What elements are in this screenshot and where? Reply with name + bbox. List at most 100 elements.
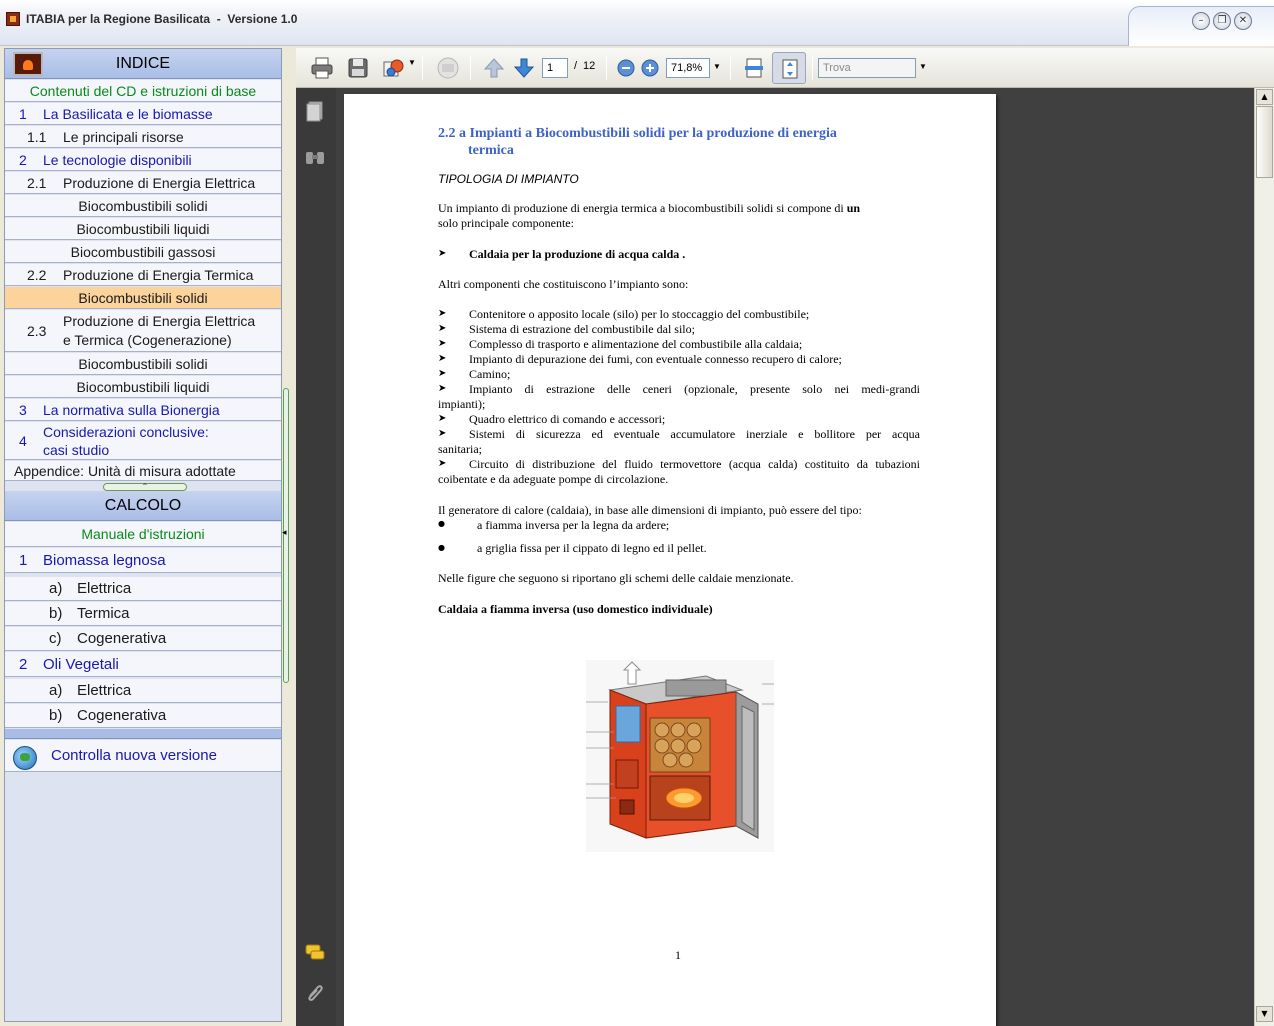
nav-item-label: Le principali risorse bbox=[63, 128, 184, 145]
doc-component-item: Camino; bbox=[469, 367, 511, 381]
doc-intro-bold: un bbox=[846, 201, 861, 215]
nav-item-label: Contenuti del CD e istruzioni di base bbox=[29, 82, 257, 99]
nav-item-cg-liquidi[interactable]: Biocombustibili liquidi bbox=[5, 376, 281, 398]
page-number-input[interactable]: 1 bbox=[542, 58, 568, 78]
zoom-out-icon[interactable] bbox=[614, 56, 638, 80]
arrow-down-icon[interactable] bbox=[512, 56, 536, 80]
check-update-button[interactable]: Controlla nuova versione bbox=[5, 740, 281, 772]
vertical-scrollbar[interactable]: ▲ ▼ bbox=[1254, 88, 1274, 1026]
search-input[interactable]: Trova bbox=[818, 58, 916, 78]
nav-item-energia-elettrica[interactable]: 2.1 Produzione di Energia Elettrica bbox=[5, 172, 281, 194]
doc-component-item: Circuito di distribuzione del fluido ter… bbox=[469, 457, 920, 471]
collaborate-icon[interactable] bbox=[436, 56, 460, 80]
print-icon[interactable] bbox=[310, 56, 334, 80]
arrow-up-icon[interactable] bbox=[482, 56, 506, 80]
nav-item-label: Cogenerativa bbox=[77, 630, 167, 647]
nav-item-label: Biomassa legnosa bbox=[43, 551, 166, 569]
doc-intro-line2: solo principale componente: bbox=[438, 216, 574, 230]
nav-item-contenuti[interactable]: Contenuti del CD e istruzioni di base bbox=[5, 80, 281, 102]
fit-page-button[interactable] bbox=[772, 52, 806, 84]
doc-intro-line1: Un impianto di produzione di energia ter… bbox=[438, 201, 920, 216]
nav-item-cg-solidi[interactable]: Biocombustibili solidi bbox=[5, 353, 281, 375]
dot-bullet-icon: ● bbox=[438, 519, 445, 528]
collapse-arrow-icon[interactable]: ◂ bbox=[282, 528, 287, 538]
nav-item-number: 1 bbox=[19, 105, 27, 122]
nav-item-ov-elettrica[interactable]: a) Elettrica bbox=[5, 679, 281, 703]
nav-item-number: 1.1 bbox=[27, 128, 47, 145]
nav-item-number: 2 bbox=[19, 151, 27, 168]
nav-item-label: Produzione di Energia Elettrica bbox=[63, 312, 256, 329]
toolbar-separator bbox=[422, 56, 423, 80]
nav-item-basilicata[interactable]: 1 La Basilicata e le biomasse bbox=[5, 103, 281, 125]
zoom-dropdown-icon[interactable]: ▼ bbox=[713, 62, 721, 71]
nav-item-number: 3 bbox=[19, 401, 27, 418]
nav-item-considerazioni[interactable]: 4 Considerazioni conclusive: casi studio bbox=[5, 422, 281, 460]
fireplace-icon bbox=[13, 52, 43, 76]
attachment-icon[interactable] bbox=[304, 982, 326, 1004]
arrow-bullet-icon: ➤ bbox=[438, 368, 447, 379]
nav-item-principali-risorse[interactable]: 1.1 Le principali risorse bbox=[5, 126, 281, 148]
scroll-thumb[interactable] bbox=[1256, 106, 1273, 178]
nav-item-energia-termica[interactable]: 2.2 Produzione di Energia Termica bbox=[5, 264, 281, 286]
panel-collapse-strip: ◂ bbox=[282, 48, 292, 1022]
nav-item-et-solidi[interactable]: Biocombustibili solidi bbox=[5, 287, 281, 309]
arrow-bullet-icon: ➤ bbox=[438, 428, 447, 439]
save-icon[interactable] bbox=[346, 56, 370, 80]
doc-figures-note: Nelle figure che seguono si riportano gl… bbox=[438, 571, 794, 585]
document-area: 2.2 a Impianti a Biocombustibili solidi … bbox=[336, 88, 1254, 1026]
nav-item-label: La normativa sulla Bionergia bbox=[43, 401, 220, 418]
arrow-bullet-icon: ➤ bbox=[438, 383, 447, 394]
index-header: INDICE bbox=[5, 49, 281, 79]
nav-item-label: Biocombustibili liquidi bbox=[76, 378, 210, 395]
panel-splitter-handle[interactable]: ⌃ bbox=[103, 483, 187, 491]
arrow-bullet-icon: ➤ bbox=[438, 338, 447, 349]
nav-item-label-line2: e Termica (Cogenerazione) bbox=[63, 331, 232, 348]
toolbar-separator bbox=[730, 56, 731, 80]
doc-main-component: Caldaia per la produzione di acqua calda… bbox=[469, 247, 686, 261]
nav-item-number: 2 bbox=[19, 655, 28, 673]
nav-item-label: Le tecnologie disponibili bbox=[43, 151, 192, 168]
pages-icon[interactable] bbox=[304, 100, 326, 122]
nav-item-label: Produzione di Energia Termica bbox=[63, 266, 254, 283]
zoom-in-icon[interactable] bbox=[638, 56, 662, 80]
nav-item-tecnologie[interactable]: 2 Le tecnologie disponibili bbox=[5, 149, 281, 171]
comments-icon[interactable] bbox=[304, 942, 326, 964]
nav-item-normativa[interactable]: 3 La normativa sulla Bionergia bbox=[5, 399, 281, 421]
nav-item-bl-termica[interactable]: b) Termica bbox=[5, 602, 281, 626]
doc-component-continuation: impianti); bbox=[438, 397, 486, 411]
nav-item-cogenerazione[interactable]: 2.3 Produzione di Energia Elettrica e Te… bbox=[5, 310, 281, 352]
nav-item-ee-liquidi[interactable]: Biocombustibili liquidi bbox=[5, 218, 281, 240]
search-dropdown-icon[interactable]: ▼ bbox=[919, 62, 927, 71]
nav-item-ee-solidi[interactable]: Biocombustibili solidi bbox=[5, 195, 281, 217]
calcolo-footer-bar bbox=[5, 729, 281, 739]
nav-item-bl-cogenerativa[interactable]: c) Cogenerativa bbox=[5, 627, 281, 651]
zoom-input[interactable]: 71,8% bbox=[666, 58, 710, 78]
calcolo-header-label: CALCOLO bbox=[104, 497, 182, 514]
share-icon[interactable] bbox=[382, 56, 406, 80]
nav-item-number: 2.2 bbox=[27, 266, 47, 283]
page-total: 12 bbox=[583, 60, 596, 72]
minimize-icon[interactable]: – bbox=[1192, 12, 1210, 30]
restore-icon[interactable]: ❐ bbox=[1213, 12, 1231, 30]
arrow-bullet-icon: ➤ bbox=[438, 248, 447, 259]
binoculars-icon[interactable] bbox=[304, 146, 326, 168]
doc-component-item: Complesso di trasporto e alimentazione d… bbox=[469, 337, 803, 351]
nav-item-number: a) bbox=[49, 682, 63, 699]
nav-item-manuale[interactable]: Manuale d'istruzioni bbox=[5, 522, 281, 547]
nav-item-appendice[interactable]: Appendice: Unità di misura adottate bbox=[5, 461, 281, 481]
nav-item-biomassa-legnosa[interactable]: 1 Biomassa legnosa bbox=[5, 548, 281, 573]
nav-item-label: Biocombustibili solidi bbox=[78, 355, 208, 372]
nav-item-label: Termica bbox=[77, 605, 130, 622]
nav-item-ee-gassosi[interactable]: Biocombustibili gassosi bbox=[5, 241, 281, 263]
nav-item-oli-vegetali[interactable]: 2 Oli Vegetali bbox=[5, 652, 281, 677]
share-dropdown-icon[interactable]: ▼ bbox=[408, 58, 416, 67]
close-icon[interactable]: ✕ bbox=[1234, 12, 1252, 30]
nav-item-label: Biocombustibili gassosi bbox=[70, 243, 216, 260]
scroll-down-icon[interactable]: ▼ bbox=[1256, 1006, 1273, 1022]
nav-item-label: Elettrica bbox=[77, 682, 132, 699]
scroll-up-icon[interactable]: ▲ bbox=[1256, 89, 1273, 105]
fit-width-icon[interactable] bbox=[742, 56, 766, 80]
nav-item-ov-cogenerativa[interactable]: b) Cogenerativa bbox=[5, 704, 281, 728]
nav-item-number: b) bbox=[49, 707, 63, 724]
nav-item-bl-elettrica[interactable]: a) Elettrica bbox=[5, 577, 281, 601]
